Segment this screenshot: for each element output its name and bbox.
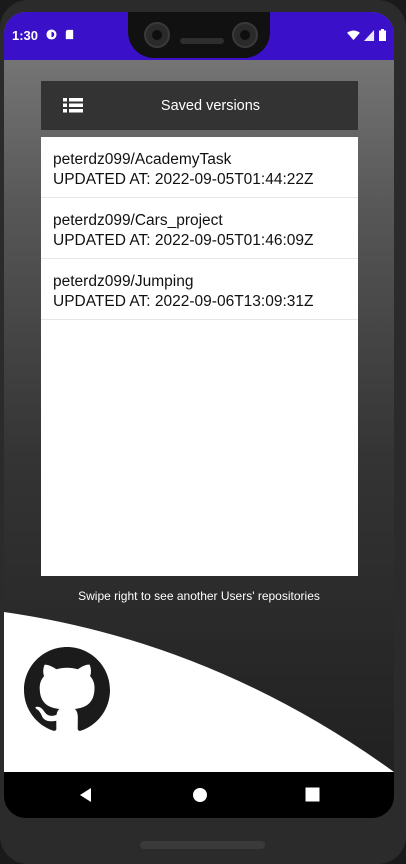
sd-card-icon: [65, 29, 74, 40]
app-screen: 1:30 Saved versions peterdz099/AcademyTa…: [4, 12, 394, 818]
list-item[interactable]: peterdz099/Jumping UPDATED AT: 2022-09-0…: [41, 259, 358, 320]
swipe-hint: Swipe right to see another Users' reposi…: [78, 589, 320, 603]
status-time: 1:30: [12, 28, 39, 43]
back-icon[interactable]: [78, 787, 94, 803]
front-camera-left: [144, 22, 170, 48]
wifi-icon: [347, 29, 360, 40]
camera-notch: [128, 12, 270, 58]
repo-updated-at: UPDATED AT: 2022-09-05T01:44:22Z: [53, 171, 314, 188]
list-item[interactable]: peterdz099/Cars_project UPDATED AT: 2022…: [41, 198, 358, 259]
page-title: Saved versions: [160, 98, 261, 114]
status-bar: 1:30: [4, 12, 394, 60]
bottom-speaker: [140, 841, 265, 849]
app-toolbar: Saved versions: [41, 81, 358, 130]
recents-icon[interactable]: [305, 787, 320, 802]
repo-updated-at: UPDATED AT: 2022-09-05T01:46:09Z: [53, 232, 314, 249]
github-octocat-icon: [24, 647, 110, 731]
saved-versions-list: peterdz099/AcademyTask UPDATED AT: 2022-…: [41, 137, 358, 576]
system-nav-bar: [4, 772, 394, 818]
cell-signal-icon: [364, 29, 375, 41]
home-icon[interactable]: [192, 787, 208, 803]
repo-name: peterdz099/AcademyTask: [53, 151, 232, 168]
front-camera-right: [232, 22, 258, 48]
earpiece-speaker: [180, 38, 224, 44]
phone-frame: 1:30 Saved versions peterdz099/AcademyTa…: [0, 0, 406, 864]
repo-name: peterdz099/Cars_project: [53, 212, 223, 229]
battery-icon: [379, 29, 386, 41]
repo-name: peterdz099/Jumping: [53, 273, 194, 290]
list-item[interactable]: peterdz099/AcademyTask UPDATED AT: 2022-…: [41, 137, 358, 198]
notification-app-icon: [46, 29, 57, 40]
repo-updated-at: UPDATED AT: 2022-09-06T13:09:31Z: [53, 293, 314, 310]
status-icons: [347, 29, 386, 41]
